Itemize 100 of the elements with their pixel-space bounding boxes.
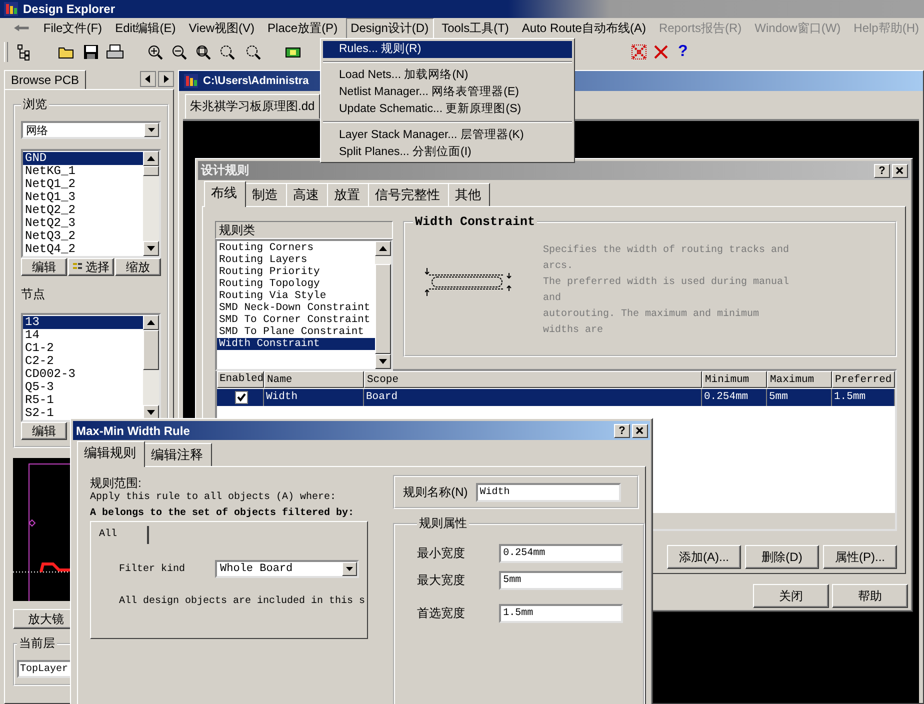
list-item[interactable]: Routing Corners: [217, 242, 375, 254]
zoom-in-icon[interactable]: [146, 43, 164, 61]
dialog-button[interactable]: 帮助: [832, 584, 908, 608]
list-item[interactable]: SMD Neck-Down Constraint: [217, 302, 375, 314]
column-header[interactable]: Name: [264, 371, 364, 388]
menu-item[interactable]: Split Planes... 分割位面(I): [323, 144, 572, 161]
list-item[interactable]: SMD To Corner Constraint: [217, 314, 375, 326]
rule-action-button[interactable]: 属性(P)...: [823, 545, 897, 569]
grid-icon: [72, 262, 82, 272]
menu-item[interactable]: View视图(V): [184, 18, 260, 38]
list-item[interactable]: Q5-3: [23, 381, 143, 394]
menu-item[interactable]: File文件(F): [38, 18, 108, 38]
preferred-width-field[interactable]: 1.5mm: [499, 604, 624, 623]
tab[interactable]: 信号完整性: [368, 183, 449, 206]
table-row[interactable]: Width Board 0.254mm 5mm 1.5mm: [217, 389, 895, 406]
list-item[interactable]: NetKG_1: [23, 165, 143, 178]
menu-item[interactable]: Tools工具(T): [436, 18, 514, 38]
menu-item[interactable]: Rules... 规则(R): [323, 41, 572, 58]
list-item[interactable]: CD002-3: [23, 368, 143, 381]
scrollbar-thumb[interactable]: [143, 166, 159, 176]
dotted-cross-icon[interactable]: [630, 43, 648, 61]
table-cell: Width: [264, 389, 364, 406]
down-arrow-icon[interactable]: [147, 410, 155, 415]
list-item[interactable]: GND: [23, 152, 143, 165]
panel-button[interactable]: 缩放: [115, 258, 161, 276]
list-item[interactable]: NetQ2_2: [23, 204, 143, 217]
list-item[interactable]: S2-1: [23, 407, 143, 420]
browse-dropdown[interactable]: 网络: [21, 121, 161, 139]
maximum-width-field[interactable]: 5mm: [499, 571, 624, 590]
panel-button[interactable]: 编辑: [21, 422, 67, 440]
menu-item[interactable]: Update Schematic... 更新原理图(S): [323, 101, 572, 118]
scroll-left-button[interactable]: [140, 71, 156, 87]
list-item[interactable]: NetQ3_2: [23, 230, 143, 243]
up-arrow-icon[interactable]: [379, 246, 387, 251]
list-item[interactable]: C1-2: [23, 342, 143, 355]
panel-button[interactable]: 选择: [68, 258, 114, 276]
menu-item[interactable]: Netlist Manager... 网络表管理器(E): [323, 84, 572, 101]
menu-item[interactable]: Place放置(P): [262, 18, 343, 38]
list-item[interactable]: SMD To Plane Constraint: [217, 326, 375, 338]
tab[interactable]: 编辑规则: [77, 441, 145, 467]
menu-item[interactable]: Auto Route自动布线(A): [516, 18, 651, 38]
zoom-out-icon[interactable]: [170, 43, 188, 61]
zoom-area-icon[interactable]: [218, 43, 236, 61]
panel-tab[interactable]: Browse PCB: [4, 70, 86, 89]
list-item[interactable]: R5-1: [23, 394, 143, 407]
list-item[interactable]: C2-2: [23, 355, 143, 368]
printer-icon[interactable]: [106, 43, 124, 61]
menu-item[interactable]: Edit编辑(E): [110, 18, 181, 38]
close-button[interactable]: [632, 424, 648, 438]
up-arrow-icon[interactable]: [147, 156, 155, 161]
zoom-selection-icon[interactable]: [244, 43, 262, 61]
list-item[interactable]: NetQ2_3: [23, 217, 143, 230]
tab[interactable]: 高速: [286, 183, 328, 206]
help-button[interactable]: ?: [614, 424, 630, 438]
save-icon[interactable]: [82, 43, 100, 61]
column-header[interactable]: Enabled: [217, 371, 264, 388]
column-header[interactable]: Preferred: [832, 371, 895, 388]
list-item[interactable]: Routing Layers: [217, 254, 375, 266]
scrollbar-thumb[interactable]: [375, 264, 391, 354]
list-item[interactable]: 13: [23, 316, 143, 329]
list-item[interactable]: Routing Priority: [217, 266, 375, 278]
scrollbar[interactable]: [143, 151, 159, 256]
up-arrow-icon[interactable]: [147, 320, 155, 325]
rule-action-button[interactable]: 删除(D): [745, 545, 819, 569]
group-label: 规则属性: [418, 515, 468, 532]
list-item[interactable]: NetQ1_2: [23, 178, 143, 191]
column-header[interactable]: Minimum: [702, 371, 767, 388]
list-item[interactable]: Routing Topology: [217, 278, 375, 290]
down-arrow-icon[interactable]: [379, 359, 387, 364]
tab[interactable]: 布线: [204, 181, 246, 207]
menu-item[interactable]: Layer Stack Manager... 层管理器(K): [323, 127, 572, 144]
tab[interactable]: 其他: [448, 183, 490, 206]
list-item[interactable]: 14: [23, 329, 143, 342]
list-item[interactable]: Width Constraint: [217, 338, 375, 350]
zoom-fit-icon[interactable]: [194, 43, 212, 61]
filter-kind-dropdown[interactable]: Whole Board: [215, 560, 360, 578]
arrow-icon[interactable]: [14, 22, 30, 34]
enabled-checkbox[interactable]: [234, 391, 248, 404]
scrollbar-thumb[interactable]: [143, 330, 159, 370]
panel-button[interactable]: 编辑: [21, 258, 67, 276]
down-arrow-icon[interactable]: [147, 246, 155, 251]
minimum-width-field[interactable]: 0.254mm: [499, 544, 624, 563]
column-header[interactable]: Maximum: [767, 371, 832, 388]
help-icon[interactable]: ?: [678, 43, 688, 61]
list-item[interactable]: Routing Via Style: [217, 290, 375, 302]
column-header[interactable]: Scope: [364, 371, 702, 388]
scroll-right-button[interactable]: [158, 71, 174, 87]
list-item[interactable]: NetQ4_2: [23, 243, 143, 256]
table-cell: 5mm: [767, 389, 832, 406]
scrollbar[interactable]: [375, 241, 391, 369]
list-item[interactable]: NetQ1_3: [23, 191, 143, 204]
rule-action-button[interactable]: 添加(A)...: [667, 545, 741, 569]
close-icon[interactable]: [652, 43, 670, 61]
dialog-button[interactable]: 关闭: [753, 584, 829, 608]
filter-tab[interactable]: All: [91, 526, 150, 544]
rule-name-field[interactable]: Width: [476, 482, 621, 502]
tab[interactable]: 编辑注释: [144, 443, 212, 466]
menu-item[interactable]: Load Nets... 加载网络(N): [323, 67, 572, 84]
scrollbar[interactable]: [143, 315, 159, 420]
tab[interactable]: 放置: [327, 183, 369, 206]
